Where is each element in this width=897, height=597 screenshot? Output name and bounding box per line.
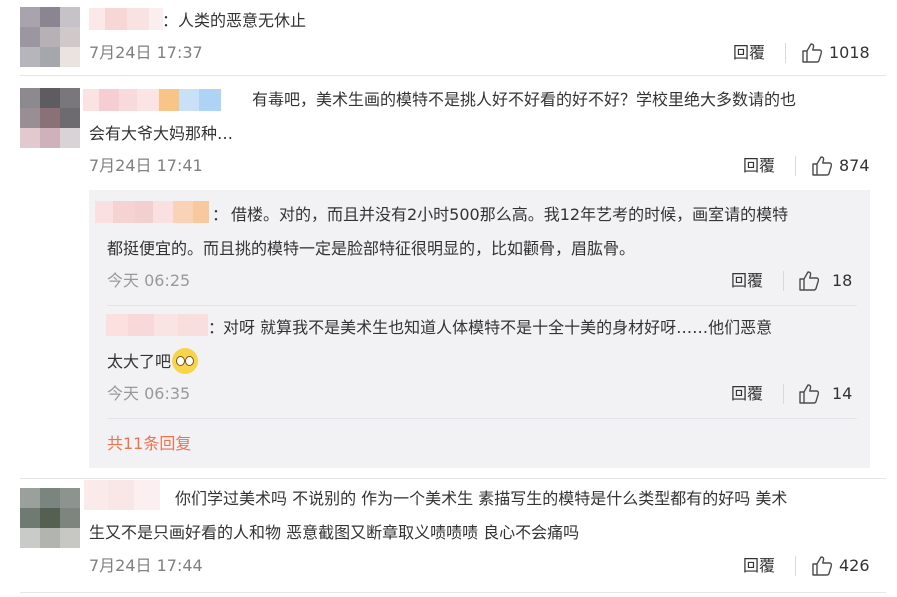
reply-separator [107, 418, 857, 419]
comment-separator [20, 478, 886, 479]
reply-time: 今天 06:35 [107, 384, 191, 403]
reply-separator [107, 305, 857, 306]
like-count: 18 [832, 271, 853, 290]
reply-button[interactable]: 回覆 [731, 383, 763, 405]
username-blurred[interactable] [83, 89, 221, 111]
username-blurred[interactable] [84, 480, 160, 510]
username-blurred[interactable] [89, 8, 163, 30]
avatar[interactable] [20, 7, 80, 67]
divider [785, 43, 786, 63]
comment-text-line2: 会有大爷大妈那种… [89, 124, 234, 143]
reply-button[interactable]: 回覆 [743, 555, 775, 577]
reply-button[interactable]: 回覆 [731, 270, 763, 292]
divider [783, 271, 784, 291]
reply-colon: ： [208, 318, 225, 337]
divider [795, 556, 796, 576]
comment-text-line1: 有毒吧，美术生画的模特不是挑人好不好看的好不好？学校里绝大多数请的也 [252, 90, 797, 109]
reply-text-line2: 都挺便宜的。而且挑的模特一定是脸部特征很明显的，比如颧骨，眉肱骨。 [107, 239, 636, 258]
reply-text-line2: 太大了吧 [107, 345, 199, 379]
thumbs-up-icon[interactable] [810, 154, 834, 178]
avatar[interactable] [20, 88, 80, 148]
page-edge [886, 0, 897, 597]
thumbs-up-icon[interactable] [810, 554, 834, 578]
divider [795, 156, 796, 176]
like-count: 1018 [829, 43, 870, 62]
comment-separator [20, 75, 886, 76]
thumbs-up-icon[interactable] [797, 382, 821, 406]
comment-separator [20, 592, 886, 593]
reply-button[interactable]: 回覆 [743, 155, 775, 177]
reply-time: 今天 06:25 [107, 271, 191, 290]
reply-button[interactable]: 回覆 [733, 42, 765, 64]
thumbs-up-icon[interactable] [797, 269, 821, 293]
username-blurred[interactable] [95, 201, 209, 223]
comment-text-line1: 你们学过美术吗 不说别的 作为一个美术生 素描写生的模特是什么类型都有的好吗 美… [175, 489, 788, 508]
like-count: 426 [839, 556, 870, 575]
comment-time: 7月24日 17:41 [89, 156, 203, 175]
reply-text-line1: 借楼。对的，而且并没有2小时500那么高。我12年艺考的时候，画室请的模特 [231, 205, 789, 224]
reply-colon: ： [212, 205, 229, 224]
like-count: 14 [832, 384, 853, 403]
flushed-face-emoji-icon [172, 348, 199, 374]
comment-colon: ： [162, 11, 179, 30]
thumbs-up-icon[interactable] [800, 41, 824, 65]
comment-time: 7月24日 17:44 [89, 556, 203, 575]
reply-text-line1: 对呀 就算我不是美术生也知道人体模特不是十全十美的身材好呀……他们恶意 [223, 318, 773, 337]
avatar[interactable] [20, 488, 80, 548]
view-more-replies-link[interactable]: 共11条回复 [107, 433, 191, 455]
comment-time: 7月24日 17:37 [89, 43, 203, 62]
comment-text-line2: 生又不是只画好看的人和物 恶意截图又断章取义啧啧啧 良心不会痛吗 [89, 523, 580, 542]
comment-text: 人类的恶意无休止 [178, 11, 307, 30]
like-count: 874 [839, 156, 870, 175]
reply-text-line2-text: 太大了吧 [107, 352, 172, 371]
divider [783, 384, 784, 404]
username-blurred[interactable] [106, 314, 208, 336]
